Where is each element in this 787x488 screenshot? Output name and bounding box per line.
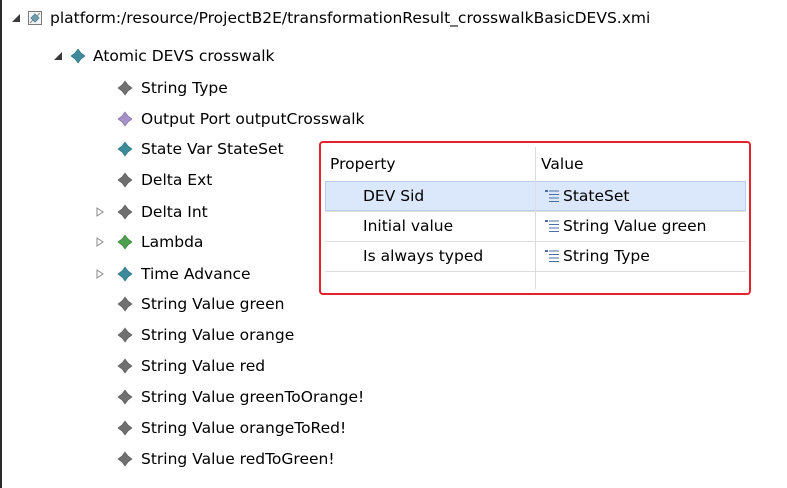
gray-diamond-icon [117, 80, 133, 96]
tree-item-label: String Value redToGreen! [141, 450, 335, 468]
property-value-string-type[interactable]: String Type [563, 241, 650, 271]
tree-row-string-value-green[interactable]: String Value green [2, 292, 787, 316]
gray-diamond-icon [117, 389, 133, 405]
tree-row-delta-int[interactable]: Delta Int [2, 200, 312, 224]
tree-row-output-port[interactable]: Output Port outputCrosswalk [2, 107, 787, 131]
expand-toggle-icon[interactable] [10, 12, 22, 24]
expand-toggle-icon[interactable] [52, 50, 64, 62]
tree-row-string-value-red[interactable]: String Value red [2, 354, 787, 378]
teal-diamond-icon [117, 141, 133, 157]
tree-item-label: Delta Ext [141, 171, 213, 189]
column-divider[interactable] [535, 147, 536, 289]
property-value-icon [544, 219, 560, 233]
property-name-initial-value[interactable]: Initial value [363, 211, 453, 241]
tree-row-time-advance[interactable]: Time Advance [2, 262, 312, 286]
tree-row-delta-ext[interactable]: Delta Ext [2, 168, 312, 192]
model-editor-panel: platform:/resource/ProjectB2E/transforma… [0, 0, 787, 488]
tree-item-label: String Value red [141, 357, 266, 375]
tree-item-label: Lambda [141, 233, 204, 251]
tree-item-label: Delta Int [141, 203, 208, 221]
value-column-header[interactable]: Value [536, 147, 746, 181]
gray-diamond-icon [117, 327, 133, 343]
property-value-icon [544, 249, 560, 263]
tree-row-atomic-devs[interactable]: Atomic DEVS crosswalk [2, 44, 787, 68]
property-name-is-always-typed[interactable]: Is always typed [363, 241, 483, 271]
tree-row-state-var[interactable]: State Var StateSet [2, 137, 312, 161]
properties-table: Property Value DEV Sid StateSet Initial … [325, 147, 746, 289]
tree-item-label: String Value green [141, 295, 285, 313]
tree-item-label: Time Advance [141, 265, 251, 283]
tree-row-string-value-orange-to-red[interactable]: String Value orangeToRed! [2, 416, 787, 440]
gray-diamond-icon [117, 204, 133, 220]
tree-item-label: Output Port outputCrosswalk [141, 110, 365, 128]
xmi-resource-icon [27, 10, 43, 26]
tree-row-string-value-green-to-orange[interactable]: String Value greenToOrange! [2, 385, 787, 409]
collapsed-toggle-icon[interactable] [94, 236, 106, 248]
tree-row-string-type[interactable]: String Type [2, 76, 787, 100]
property-value-string-value-green[interactable]: String Value green [563, 211, 706, 241]
tree-item-label: String Value orangeToRed! [141, 419, 347, 437]
tree-row-lambda[interactable]: Lambda [2, 230, 312, 254]
collapsed-toggle-icon[interactable] [94, 268, 106, 280]
root-resource-label: platform:/resource/ProjectB2E/transforma… [50, 9, 651, 27]
tree-row-root[interactable]: platform:/resource/ProjectB2E/transforma… [2, 6, 787, 30]
properties-view: Property Value DEV Sid StateSet Initial … [319, 141, 751, 295]
green-diamond-icon [117, 234, 133, 250]
gray-diamond-icon [117, 420, 133, 436]
gray-diamond-icon [117, 358, 133, 374]
tree-item-label: String Value orange [141, 326, 295, 344]
tree-row-string-value-orange[interactable]: String Value orange [2, 323, 787, 347]
tree-row-string-value-red-to-green[interactable]: String Value redToGreen! [2, 447, 787, 471]
teal-diamond-icon [70, 48, 86, 64]
tree-item-label: String Type [141, 79, 228, 97]
gray-diamond-icon [117, 172, 133, 188]
property-name-dev-sid[interactable]: DEV Sid [363, 181, 424, 211]
purple-diamond-icon [117, 111, 133, 127]
property-column-header[interactable]: Property [325, 147, 536, 181]
gray-diamond-icon [117, 296, 133, 312]
tree-item-label: State Var StateSet [141, 140, 284, 158]
collapsed-toggle-icon[interactable] [94, 206, 106, 218]
property-value-icon [544, 189, 560, 203]
model-label: Atomic DEVS crosswalk [93, 47, 275, 65]
property-value-stateset[interactable]: StateSet [563, 181, 629, 211]
teal-diamond-icon [117, 266, 133, 282]
gray-diamond-icon [117, 451, 133, 467]
tree-item-label: String Value greenToOrange! [141, 388, 365, 406]
